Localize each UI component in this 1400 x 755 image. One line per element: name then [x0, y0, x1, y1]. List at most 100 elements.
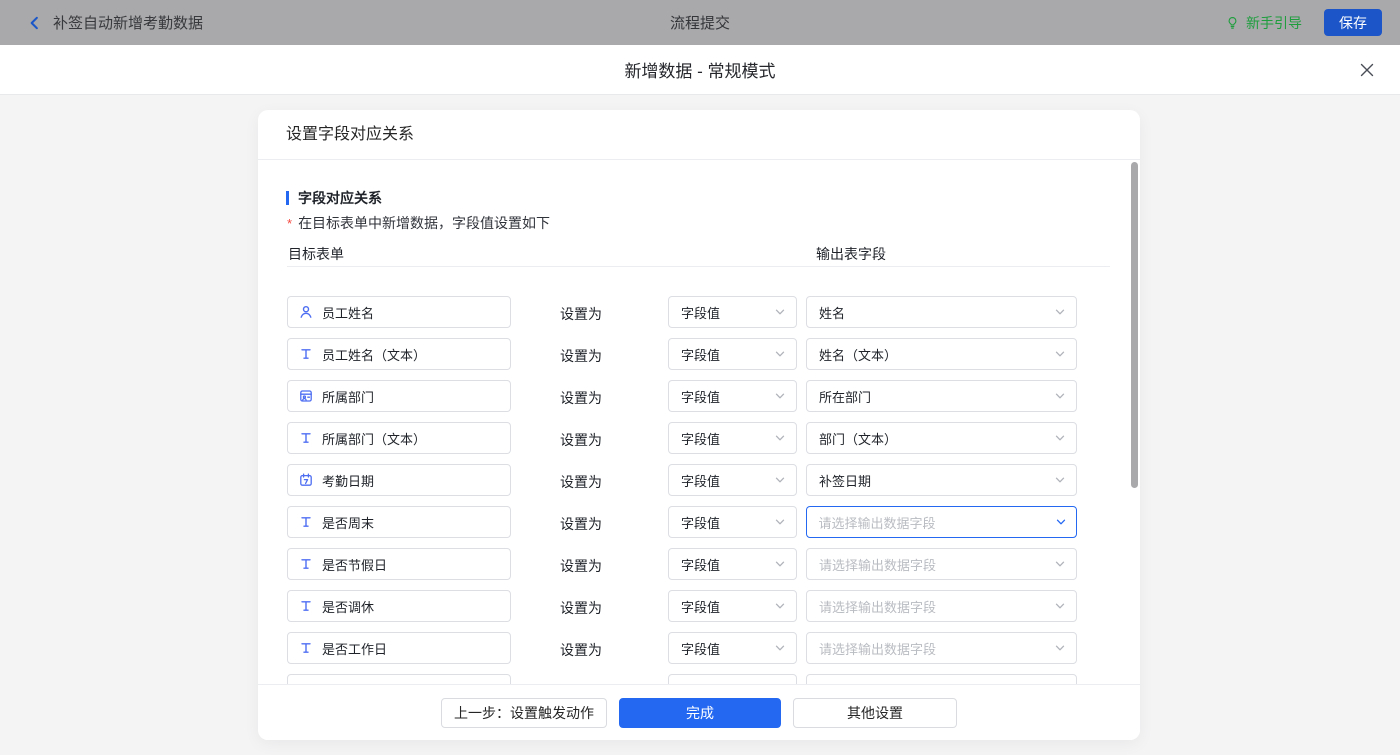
target-field-label: 员工姓名 [322, 303, 374, 322]
value-type-select-value: 字段值 [681, 429, 720, 448]
section-accent-bar [286, 191, 289, 205]
done-button[interactable]: 完成 [619, 698, 781, 728]
set-as-label: 设置为 [560, 514, 602, 534]
output-field-select[interactable]: 请选择输出数据字段 [806, 548, 1077, 580]
target-field-label: 所属部门（文本） [322, 429, 426, 448]
value-type-select-value: 字段值 [681, 345, 720, 364]
set-as-label: 设置为 [560, 472, 602, 492]
table-row: 是否周末 设置为 字段值 请选择输出数据字段 [258, 506, 1140, 548]
value-type-select-value: 字段值 [681, 303, 720, 322]
set-as-label: 设置为 [560, 346, 602, 366]
target-field-box: 员工姓名（文本） [287, 338, 511, 370]
text-icon [298, 556, 314, 572]
target-field-label: 考勤日期 [322, 471, 374, 490]
value-type-select[interactable]: 字段值 [668, 548, 797, 580]
modal-header: 新增数据 - 常规模式 [0, 45, 1400, 95]
table-row: 是否节假日设置为字段值请选择输出数据字段 [258, 548, 1140, 590]
output-field-select[interactable]: 部门（文本） [806, 422, 1077, 454]
chevron-down-icon [1054, 432, 1066, 444]
chevron-down-icon [774, 516, 786, 528]
topbar: 补签自动新增考勤数据 流程提交 新手引导 保存 [0, 0, 1400, 45]
value-type-select[interactable]: 字段值 [668, 464, 797, 496]
target-field-label: 是否周末 [322, 513, 374, 532]
table-row: 所属部门（文本） 设置为 字段值 部门（文本） [258, 422, 1140, 464]
chevron-down-icon [774, 642, 786, 654]
table-row: 考勤日期 设置为 字段值 补签日期 [258, 464, 1140, 506]
chevron-down-icon [1054, 600, 1066, 612]
chevron-down-icon [1054, 390, 1066, 402]
output-field-select[interactable]: 请选择输出数据字段 [806, 506, 1077, 538]
scrollbar[interactable] [1131, 162, 1138, 488]
table-row: 是否调休设置为字段值请选择输出数据字段 [258, 590, 1140, 632]
card-header-title: 设置字段对应关系 [258, 110, 1140, 160]
modal-title: 新增数据 - 常规模式 [624, 57, 775, 82]
card-footer: 上一步：设置触发动作 完成 其他设置 [258, 684, 1140, 740]
output-field-select-value: 请选择输出数据字段 [819, 555, 936, 574]
target-field-box: 是否调休 [287, 590, 511, 622]
value-type-select[interactable]: 字段值 [668, 380, 797, 412]
chevron-down-icon [774, 558, 786, 570]
set-as-label: 设置为 [560, 556, 602, 576]
output-field-select[interactable]: 所在部门 [806, 380, 1077, 412]
back-nav[interactable]: 补签自动新增考勤数据 [26, 12, 203, 33]
text-icon [298, 346, 314, 362]
card-body: 字段对应关系 *在目标表单中新增数据，字段值设置如下 目标表单 输出表字段 员工… [258, 160, 1140, 684]
output-field-select-value: 部门（文本） [819, 429, 897, 448]
value-type-select-value: 字段值 [681, 639, 720, 658]
output-field-select-value: 请选择输出数据字段 [819, 639, 936, 658]
chevron-down-icon [1054, 642, 1066, 654]
value-type-select[interactable]: 字段值 [668, 296, 797, 328]
chevron-down-icon [774, 474, 786, 486]
close-icon[interactable] [1358, 61, 1376, 79]
target-field-box: 所属部门 [287, 380, 511, 412]
value-type-select[interactable] [668, 674, 797, 684]
back-icon[interactable] [26, 14, 43, 32]
target-field-box: 所属部门（文本） [287, 422, 511, 454]
target-field-box: 考勤日期 [287, 464, 511, 496]
chevron-down-icon [774, 348, 786, 360]
output-field-select[interactable]: 姓名 [806, 296, 1077, 328]
column-header-output-field: 输出表字段 [816, 244, 886, 264]
beginner-guide-link[interactable]: 新手引导 [1225, 13, 1302, 33]
chevron-down-icon [1054, 348, 1066, 360]
target-field-box: 员工姓名 [287, 296, 511, 328]
set-as-label: 设置为 [560, 388, 602, 408]
text-icon [298, 514, 314, 530]
value-type-select-value: 字段值 [681, 597, 720, 616]
text-icon [298, 598, 314, 614]
field-mapping-card: 设置字段对应关系 字段对应关系 *在目标表单中新增数据，字段值设置如下 目标表单… [258, 110, 1140, 740]
screen: 补签自动新增考勤数据 流程提交 新手引导 保存 新增数据 - 常规模式 设置字段… [0, 0, 1400, 755]
chevron-down-icon [1055, 516, 1067, 528]
output-field-select[interactable]: 请选择输出数据字段 [806, 632, 1077, 664]
value-type-select[interactable]: 字段值 [668, 506, 797, 538]
output-field-select-value: 请选择输出数据字段 [819, 597, 936, 616]
other-settings-button[interactable]: 其他设置 [793, 698, 957, 728]
value-type-select[interactable]: 字段值 [668, 590, 797, 622]
beginner-guide-label: 新手引导 [1246, 13, 1302, 33]
text-icon [298, 430, 314, 446]
chevron-down-icon [1054, 474, 1066, 486]
section-title-text: 字段对应关系 [298, 188, 382, 208]
output-field-select[interactable] [806, 674, 1077, 684]
output-field-select[interactable]: 请选择输出数据字段 [806, 590, 1077, 622]
output-field-select-value: 补签日期 [819, 471, 871, 490]
target-field-box: 是否周末 [287, 506, 511, 538]
chevron-down-icon [774, 306, 786, 318]
section-title: 字段对应关系 [286, 188, 382, 208]
value-type-select[interactable]: 字段值 [668, 632, 797, 664]
value-type-select-value: 字段值 [681, 555, 720, 574]
value-type-select-value: 字段值 [681, 513, 720, 532]
save-button[interactable]: 保存 [1324, 9, 1382, 36]
previous-step-button[interactable]: 上一步：设置触发动作 [441, 698, 607, 728]
section-description-text: 在目标表单中新增数据，字段值设置如下 [298, 215, 550, 231]
set-as-label: 设置为 [560, 430, 602, 450]
target-field-box: 是否工作日 [287, 632, 511, 664]
output-field-select[interactable]: 补签日期 [806, 464, 1077, 496]
output-field-select[interactable]: 姓名（文本） [806, 338, 1077, 370]
target-field-label: 所属部门 [322, 387, 374, 406]
value-type-select[interactable]: 字段值 [668, 422, 797, 454]
value-type-select[interactable]: 字段值 [668, 338, 797, 370]
value-type-select-value: 字段值 [681, 387, 720, 406]
output-field-select-value: 姓名 [819, 303, 845, 322]
chevron-down-icon [774, 432, 786, 444]
